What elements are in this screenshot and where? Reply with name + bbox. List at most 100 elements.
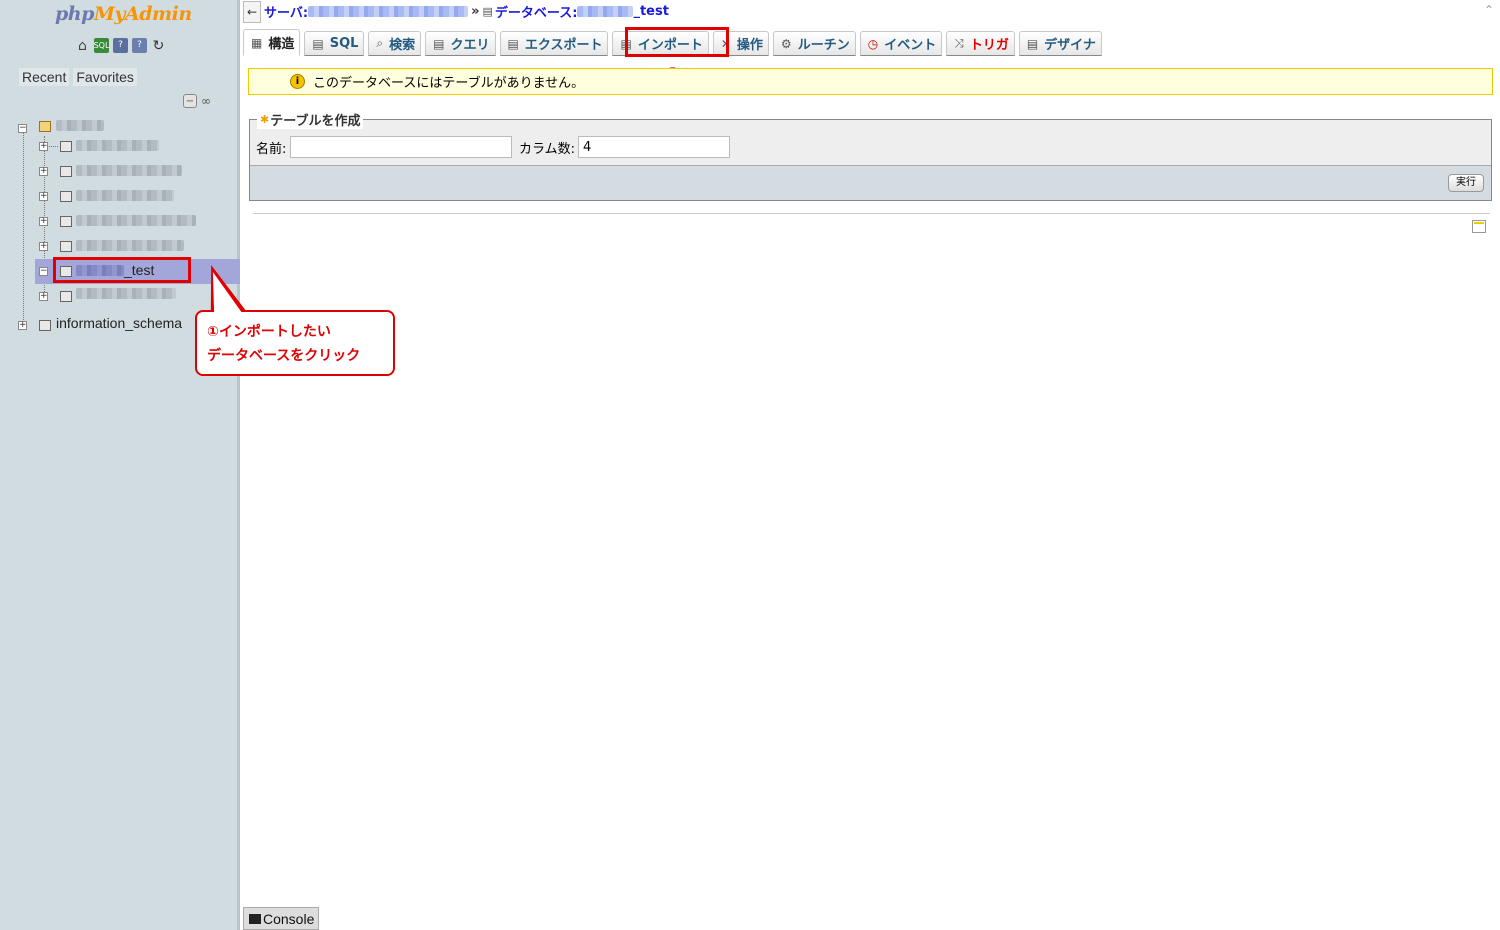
notice-box: i このデータベースにはテーブルがありません。: [248, 68, 1493, 95]
recent-tab[interactable]: Recent: [19, 68, 70, 86]
tab-label: デザイナ: [1044, 38, 1096, 53]
server-expander[interactable]: −: [18, 124, 27, 133]
favorites-tab[interactable]: Favorites: [73, 68, 137, 86]
docs-icon[interactable]: ?: [113, 38, 128, 53]
database-icon: [39, 320, 51, 331]
columns-count-label: カラム数:: [519, 142, 575, 157]
tab-structure[interactable]: ▦ 構造: [243, 29, 301, 56]
breadcrumb-separator: »: [471, 4, 480, 19]
breadcrumb-database-suffix[interactable]: _test: [633, 4, 668, 19]
nav-icon-bar: ⌂ SQL ? ? ↻: [75, 38, 166, 53]
docs-sql-icon[interactable]: ?: [132, 38, 147, 53]
tab-sql[interactable]: ▤ SQL: [304, 31, 365, 56]
highlight-box-database: [53, 257, 191, 283]
create-table-fieldset: [249, 119, 1492, 201]
scroll-top-icon[interactable]: ⌃: [1484, 3, 1494, 17]
information-schema-label[interactable]: information_schema: [56, 315, 182, 331]
notice-text: このデータベースにはテーブルがありません。: [313, 76, 585, 91]
search-icon: ⌕: [376, 36, 384, 50]
tab-events[interactable]: ◷ イベント: [859, 31, 943, 56]
server-name-redacted[interactable]: [308, 6, 469, 17]
link-with-main-icon[interactable]: ∞: [201, 94, 211, 108]
main-panel: ← サーバ: » ▤ データベース: _test ⌃ ▦ 構造 ▤ SQL ⌕ …: [243, 0, 1500, 930]
sql-query-icon[interactable]: SQL: [94, 38, 109, 53]
tab-label: ルーチン: [797, 38, 850, 53]
database-icon: ▤: [482, 5, 493, 18]
go-button[interactable]: 実行: [1448, 174, 1484, 192]
divider: [253, 213, 1490, 214]
breadcrumb: サーバ: » ▤ データベース: _test: [264, 2, 669, 21]
fieldset-footer: [250, 165, 1491, 200]
database-name-redacted[interactable]: [76, 165, 182, 176]
console-icon: [249, 913, 261, 924]
sql-icon: ▤: [312, 36, 324, 51]
create-table-title: テーブルを作成: [270, 114, 361, 129]
db-expander[interactable]: +: [39, 217, 48, 226]
logo-my-text: My: [93, 3, 126, 25]
tab-triggers[interactable]: ⤨ トリガ: [946, 31, 1015, 56]
console-label: Console: [263, 910, 315, 927]
callout-line-2: データベースをクリック: [207, 348, 361, 364]
nav-tabs: Recent Favorites: [19, 68, 137, 86]
breadcrumb-server-label[interactable]: サーバ:: [264, 2, 308, 21]
console-toggle[interactable]: Console: [243, 907, 319, 930]
tab-label: クエリ: [450, 38, 490, 53]
database-name-redacted[interactable]: [76, 240, 184, 251]
db-expander[interactable]: +: [39, 192, 48, 201]
table-name-input[interactable]: [290, 136, 512, 158]
tab-label: エクスポート: [524, 38, 603, 53]
export-icon: ▤: [507, 36, 519, 51]
db-expander[interactable]: +: [39, 292, 48, 301]
tab-designer[interactable]: ▤ デザイナ: [1018, 31, 1102, 56]
navigation-panel: phpMyAdmin ⌂ SQL ? ? ↻ Recent Favorites …: [0, 0, 240, 930]
db-expander[interactable]: +: [39, 142, 48, 151]
phpmyadmin-logo[interactable]: phpMyAdmin: [55, 3, 192, 25]
database-name-redacted[interactable]: [76, 215, 196, 226]
home-icon[interactable]: ⌂: [75, 38, 90, 53]
collapse-all-icon[interactable]: −: [183, 94, 197, 108]
db-expander[interactable]: −: [39, 267, 48, 276]
logo-php-text: php: [55, 3, 94, 25]
reload-icon[interactable]: ↻: [151, 38, 166, 53]
server-name-redacted[interactable]: [56, 120, 104, 131]
table-name-label: 名前:: [256, 142, 287, 157]
tab-routines[interactable]: ⚙ ルーチン: [772, 31, 856, 56]
new-table-icon: ✱: [260, 113, 270, 126]
server-icon: [39, 121, 51, 132]
database-icon: [60, 166, 72, 177]
back-arrow-icon[interactable]: ←: [243, 1, 261, 23]
tab-label: 検索: [389, 38, 416, 53]
highlight-box-import-tab: [625, 27, 729, 57]
db-expander[interactable]: +: [39, 167, 48, 176]
print-page-icon[interactable]: [1472, 220, 1486, 233]
tab-export[interactable]: ▤ エクスポート: [499, 31, 609, 56]
tree-line: [23, 131, 24, 326]
breadcrumb-database-label[interactable]: データベース:: [495, 2, 578, 21]
logo-admin-text: Admin: [124, 3, 192, 25]
database-icon: [60, 141, 72, 152]
database-icon: [60, 216, 72, 227]
db-expander[interactable]: +: [39, 242, 48, 251]
designer-icon: ▤: [1026, 36, 1039, 51]
tab-search[interactable]: ⌕ 検索: [368, 31, 422, 56]
routines-icon: ⚙: [780, 36, 792, 51]
tab-label: SQL: [329, 36, 359, 51]
events-icon: ◷: [867, 36, 879, 51]
database-name-redacted[interactable]: [76, 288, 176, 299]
tab-label: トリガ: [969, 38, 1009, 53]
database-name-redacted[interactable]: [76, 190, 174, 201]
tab-label: 操作: [736, 38, 763, 53]
columns-count-input[interactable]: [578, 136, 730, 158]
structure-icon: ▦: [251, 35, 263, 50]
tab-query[interactable]: ▤ クエリ: [425, 31, 496, 56]
database-icon: [60, 241, 72, 252]
breadcrumb-bar: ← サーバ: » ▤ データベース: _test ⌃: [243, 0, 1500, 24]
create-table-legend: ✱ テーブルを作成: [257, 110, 364, 129]
db-expander[interactable]: +: [18, 321, 27, 330]
instruction-callout: ①インポートしたい データベースをクリック: [195, 310, 395, 376]
database-name-redacted[interactable]: [76, 140, 159, 151]
database-name-redacted[interactable]: [577, 6, 634, 17]
info-icon: i: [290, 74, 305, 89]
tab-label: 構造: [268, 37, 295, 52]
database-icon: [60, 191, 72, 202]
